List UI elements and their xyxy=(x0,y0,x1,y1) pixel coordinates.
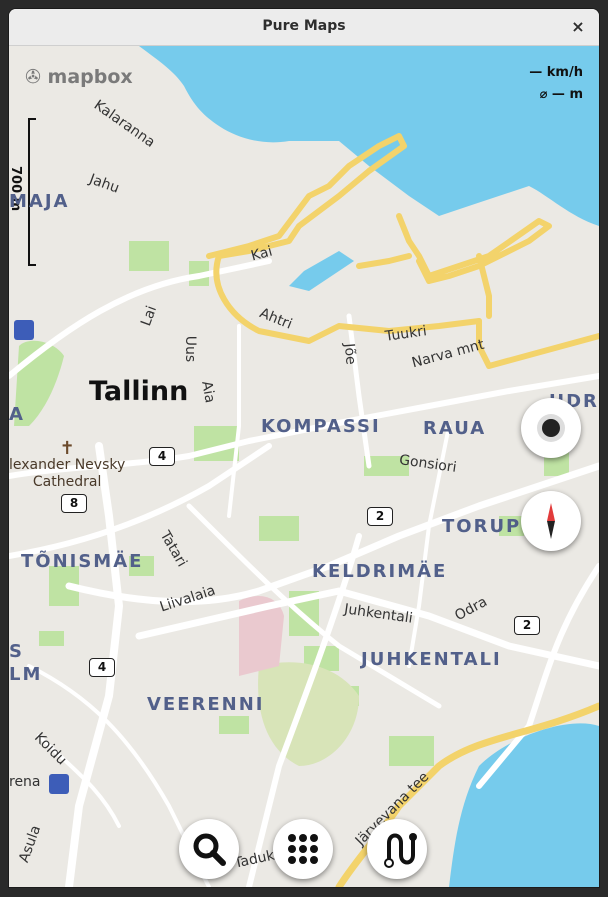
title-bar: Pure Maps × xyxy=(9,9,599,46)
district-label: TÕNISMÄE xyxy=(21,551,144,572)
transit-stop-icon[interactable] xyxy=(14,320,34,340)
mapbox-attribution: ✇ mapbox xyxy=(25,66,133,88)
road-shield: 4 xyxy=(149,447,175,466)
location-icon xyxy=(537,414,565,442)
poi-name: Cathedral xyxy=(32,474,102,490)
district-label: TORUP xyxy=(442,516,522,537)
poi-label: ✝ lexander Nevsky Cathedral xyxy=(9,440,125,491)
district-label: RAUA xyxy=(423,418,487,439)
street-label: Uus xyxy=(182,335,199,363)
road-shield: 2 xyxy=(367,507,393,526)
app-window: Pure Maps × ✇ mapbox — km/h ⌀ — m 700 m … xyxy=(9,9,599,887)
district-label: VEERENNI xyxy=(147,694,265,715)
close-button[interactable]: × xyxy=(567,16,589,38)
street-label: Jõe xyxy=(340,342,359,366)
attribution-text: mapbox xyxy=(47,66,133,88)
search-icon xyxy=(193,833,226,866)
church-icon: ✝ xyxy=(59,438,75,459)
district-label: KOMPASSI xyxy=(261,416,381,437)
district-label: LM xyxy=(9,664,43,685)
transit-stop-icon[interactable] xyxy=(49,774,69,794)
navigation-button[interactable] xyxy=(367,819,427,879)
center-location-button[interactable] xyxy=(521,398,581,458)
road-shield: 4 xyxy=(89,658,115,677)
street-label: rena xyxy=(9,774,41,790)
mapbox-logo-icon: ✇ xyxy=(25,66,48,88)
district-label: KELDRIMÄE xyxy=(312,561,448,582)
district-label: JUHKENTALI xyxy=(361,649,502,670)
district-label: S xyxy=(9,641,24,662)
search-button[interactable] xyxy=(179,819,239,879)
compass-button[interactable] xyxy=(521,491,581,551)
road-shield: 8 xyxy=(61,494,87,513)
map-view[interactable]: ✇ mapbox — km/h ⌀ — m 700 m Tallinn MAJA… xyxy=(9,46,599,887)
speed-text: — km/h xyxy=(529,65,583,80)
route-icon xyxy=(384,833,417,868)
road-shield: 2 xyxy=(514,616,540,635)
menu-button[interactable] xyxy=(273,819,333,879)
speed-indicator: — km/h ⌀ — m xyxy=(529,62,583,106)
window-title: Pure Maps xyxy=(262,18,346,34)
city-label: Tallinn xyxy=(89,376,189,407)
district-label: A xyxy=(9,404,25,425)
distance-text: ⌀ — m xyxy=(539,87,583,102)
poi-name: lexander Nevsky xyxy=(9,457,126,473)
district-label: MAJA xyxy=(9,191,70,212)
grid-icon xyxy=(288,834,318,864)
compass-icon xyxy=(547,503,555,539)
